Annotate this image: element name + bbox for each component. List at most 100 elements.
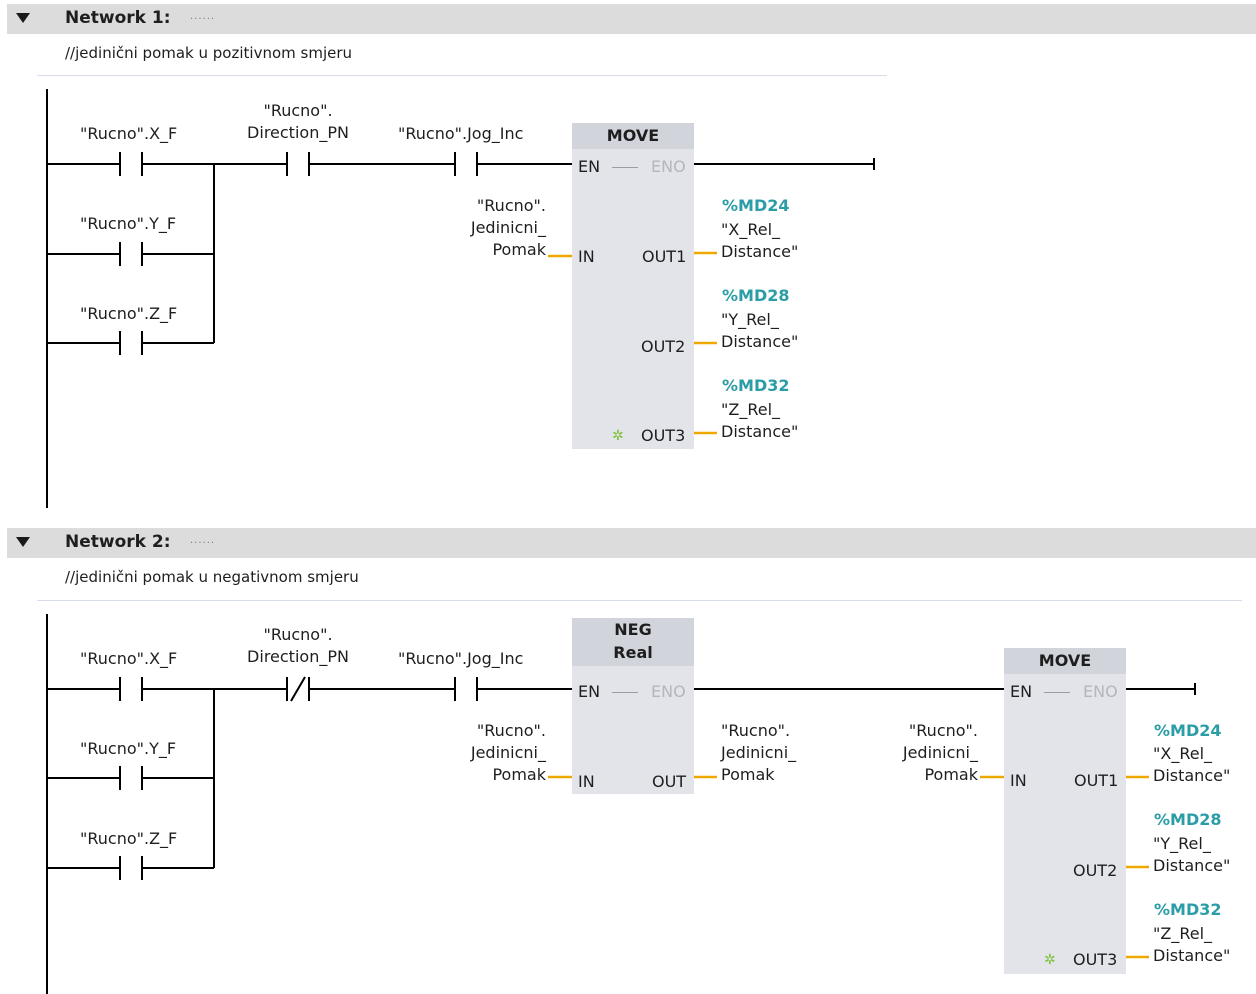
operand-line: "Z_Rel_	[1153, 924, 1213, 943]
network-dots: ......	[190, 11, 216, 22]
operand-line: Distance"	[721, 332, 799, 351]
contact-jog-n2	[454, 677, 478, 701]
contact-y-f-n2	[119, 766, 143, 790]
block-name: NEG	[614, 620, 652, 639]
operand-line: Jedinicni_	[721, 743, 797, 762]
contact-jog-n1	[454, 152, 478, 176]
operand-line: Distance"	[1153, 856, 1231, 875]
operand-line: Distance"	[721, 422, 799, 441]
block-title: MOVE	[1004, 648, 1126, 674]
star-icon[interactable]: ✲	[1044, 951, 1056, 969]
out3-address: %MD32	[722, 376, 790, 395]
contact-label-line: "Rucno".	[263, 625, 333, 644]
contact-label[interactable]: "Rucno".Jog_Inc	[398, 123, 523, 145]
contact-label[interactable]: "Rucno".Y_F	[80, 213, 176, 235]
contact-direction-nc-n2	[286, 676, 310, 702]
contact-label[interactable]: "Rucno".X_F	[80, 648, 177, 670]
out2-operand[interactable]: "Y_Rel_ Distance"	[1153, 833, 1230, 877]
network-title: Network 2:	[65, 532, 171, 552]
operand-line: Distance"	[1153, 766, 1231, 785]
operand-line: Distance"	[721, 242, 799, 261]
out1-address: %MD24	[722, 196, 790, 215]
contact-label[interactable]: "Rucno".Jog_Inc	[398, 648, 523, 670]
neg-block[interactable]: NEG Real EN ENO IN OUT	[572, 618, 694, 794]
pin-out2: OUT2	[1073, 861, 1118, 880]
network-header: Network 1: ......	[7, 4, 1256, 34]
pin-en: EN	[578, 157, 601, 176]
pin-eno: ENO	[1083, 682, 1118, 701]
out-operand[interactable]: "Rucno". Jedinicni_ Pomak	[721, 720, 796, 786]
move-block[interactable]: MOVE EN ENO IN OUT1 OUT2 ✲ OUT3	[1004, 648, 1126, 974]
operand-line: "X_Rel_	[1153, 744, 1213, 763]
operand-line: Pomak	[721, 765, 775, 784]
pin-out1: OUT1	[642, 247, 687, 266]
pin-in: IN	[1010, 771, 1027, 790]
network-header: Network 2: ......	[7, 528, 1256, 558]
contact-label-line: Direction_PN	[247, 123, 349, 142]
contact-label-line: "Rucno".	[263, 101, 333, 120]
out2-address: %MD28	[722, 286, 790, 305]
pin-eno: ENO	[651, 682, 686, 701]
contact-y-f-n1	[119, 242, 143, 266]
operand-line: "Z_Rel_	[721, 400, 781, 419]
out2-address: %MD28	[1154, 810, 1222, 829]
pin-out3: OUT3	[1073, 950, 1118, 969]
out1-operand[interactable]: "X_Rel_ Distance"	[721, 219, 798, 263]
pin-en: EN	[1010, 682, 1033, 701]
star-icon[interactable]: ✲	[612, 427, 624, 445]
pin-in: IN	[578, 247, 595, 266]
contact-label[interactable]: "Rucno". Direction_PN	[238, 624, 358, 668]
out3-address: %MD32	[1154, 900, 1222, 919]
network-dots: ......	[190, 535, 216, 546]
out1-address: %MD24	[1154, 721, 1222, 740]
pin-out3: OUT3	[641, 426, 686, 445]
contact-x-f-n2	[119, 677, 143, 701]
network-title: Network 1:	[65, 8, 171, 28]
contact-label[interactable]: "Rucno".Z_F	[80, 303, 177, 325]
in-operand[interactable]: "Rucno". Jedinicni_ Pomak	[852, 720, 978, 786]
out3-operand[interactable]: "Z_Rel_ Distance"	[721, 399, 798, 443]
block-title: MOVE	[572, 123, 694, 149]
operand-line: Pomak	[492, 765, 546, 784]
triangle-down-icon[interactable]	[16, 13, 30, 23]
contact-label[interactable]: "Rucno". Direction_PN	[238, 100, 358, 144]
operand-line: Jedinicni_	[470, 218, 546, 237]
out3-operand[interactable]: "Z_Rel_ Distance"	[1153, 923, 1230, 967]
pin-en: EN	[578, 682, 601, 701]
block-title: NEG Real	[572, 618, 694, 666]
contact-label[interactable]: "Rucno".Y_F	[80, 738, 176, 760]
operand-line: "Rucno".	[476, 721, 546, 740]
en-eno-dash	[1044, 692, 1070, 693]
out1-operand[interactable]: "X_Rel_ Distance"	[1153, 743, 1230, 787]
pin-eno: ENO	[651, 157, 686, 176]
operand-line: Pomak	[492, 240, 546, 259]
operand-line: "Rucno".	[721, 721, 791, 740]
move-block[interactable]: MOVE EN ENO IN OUT1 OUT2 ✲ OUT3	[572, 123, 694, 449]
comment-divider	[37, 600, 1242, 601]
operand-line: "Y_Rel_	[1153, 834, 1211, 853]
pin-out: OUT	[652, 772, 687, 791]
operand-line: "Y_Rel_	[721, 310, 779, 329]
contact-z-f-n2	[119, 856, 143, 880]
pin-out2: OUT2	[641, 337, 686, 356]
out2-operand[interactable]: "Y_Rel_ Distance"	[721, 309, 798, 353]
operand-line: Distance"	[1153, 946, 1231, 965]
contact-z-f-n1	[119, 331, 143, 355]
in-operand[interactable]: "Rucno". Jedinicni_ Pomak	[420, 720, 546, 786]
network-comment[interactable]: //jedinični pomak u negativnom smjeru	[65, 568, 359, 586]
network-comment[interactable]: //jedinični pomak u pozitivnom smjeru	[65, 44, 352, 62]
pin-in: IN	[578, 772, 595, 791]
triangle-down-icon[interactable]	[16, 537, 30, 547]
operand-line: "Rucno".	[476, 196, 546, 215]
operand-line: "Rucno".	[908, 721, 978, 740]
pin-out1: OUT1	[1074, 771, 1119, 790]
en-eno-dash	[612, 692, 638, 693]
contact-label-line: Direction_PN	[247, 647, 349, 666]
en-eno-dash	[612, 167, 638, 168]
block-type[interactable]: Real	[572, 641, 694, 664]
contact-label[interactable]: "Rucno".X_F	[80, 123, 177, 145]
in-operand[interactable]: "Rucno". Jedinicni_ Pomak	[420, 195, 546, 261]
contact-label[interactable]: "Rucno".Z_F	[80, 828, 177, 850]
contact-x-f-n1	[119, 152, 143, 176]
operand-line: Jedinicni_	[902, 743, 978, 762]
